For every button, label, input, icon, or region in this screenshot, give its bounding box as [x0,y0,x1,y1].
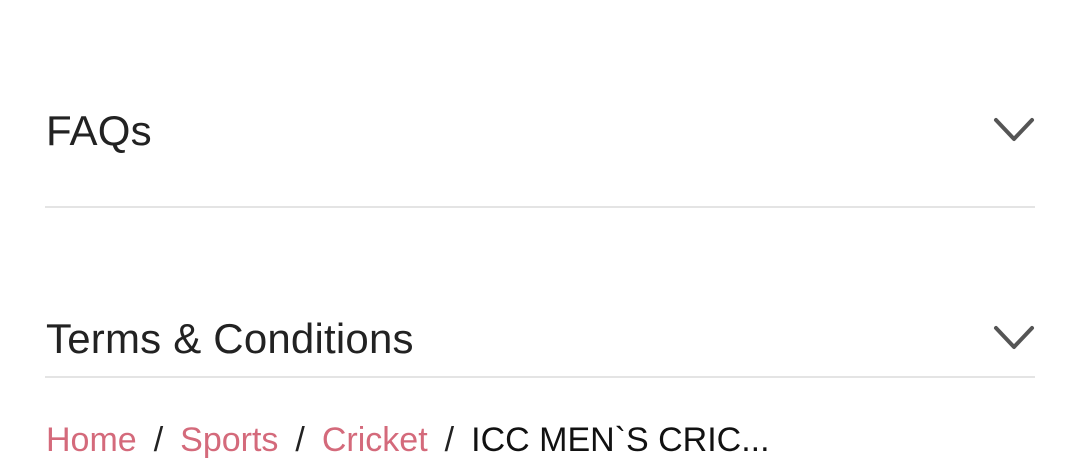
terms-accordion-item[interactable]: Terms & Conditions [45,208,1035,378]
breadcrumb-home-link[interactable]: Home [46,418,137,462]
terms-label: Terms & Conditions [46,315,414,362]
chevron-down-icon[interactable] [993,324,1035,352]
chevron-down-icon[interactable] [993,116,1035,144]
breadcrumb-cricket-link[interactable]: Cricket [322,418,428,462]
breadcrumb-separator: / [444,421,455,459]
breadcrumb: Home / Sports / Cricket / ICC MEN`S CRIC… [46,418,770,462]
info-accordion: FAQs Terms & Conditions [45,0,1035,378]
breadcrumb-separator: / [153,421,164,459]
breadcrumb-separator: / [295,421,305,459]
faqs-label: FAQs [46,107,152,154]
faqs-accordion-item[interactable]: FAQs [45,0,1035,208]
breadcrumb-current-page: ICC MEN`S CRIC... [471,421,770,459]
breadcrumb-sports-link[interactable]: Sports [180,418,278,462]
